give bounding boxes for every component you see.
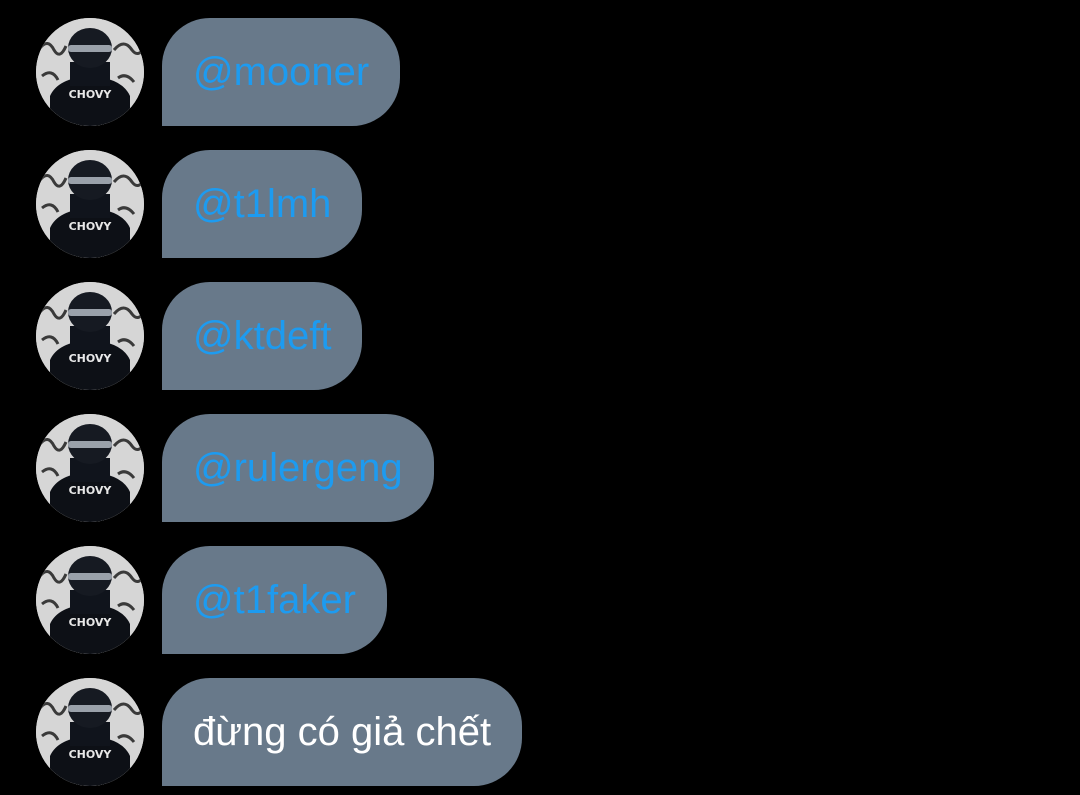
profile-avatar-icon: CHOVY — [36, 546, 144, 654]
message-bubble[interactable]: @t1faker — [162, 546, 387, 654]
svg-text:CHOVY: CHOVY — [69, 88, 113, 101]
message-thread: CHOVY @mooner CHOVY @t1lmh CHOVY @ktdeft… — [0, 0, 1080, 795]
message-bubble[interactable]: @ktdeft — [162, 282, 363, 390]
avatar[interactable]: CHOVY — [36, 282, 144, 390]
message-row: CHOVY @mooner — [0, 18, 1080, 126]
message-row: CHOVY @t1faker — [0, 546, 1080, 654]
profile-avatar-icon: CHOVY — [36, 678, 144, 786]
profile-avatar-icon: CHOVY — [36, 414, 144, 522]
avatar[interactable]: CHOVY — [36, 414, 144, 522]
mention-link[interactable]: @rulergeng — [193, 448, 403, 488]
mention-link[interactable]: @t1lmh — [193, 184, 331, 224]
profile-avatar-icon: CHOVY — [36, 150, 144, 258]
mention-link[interactable]: @mooner — [193, 52, 369, 92]
svg-text:CHOVY: CHOVY — [69, 748, 113, 761]
message-bubble[interactable]: @rulergeng — [162, 414, 434, 522]
svg-text:CHOVY: CHOVY — [69, 484, 113, 497]
profile-avatar-icon: CHOVY — [36, 282, 144, 390]
mention-link[interactable]: @t1faker — [193, 580, 356, 620]
message-bubble[interactable]: @mooner — [162, 18, 401, 126]
message-row: CHOVY @t1lmh — [0, 150, 1080, 258]
svg-text:CHOVY: CHOVY — [69, 616, 113, 629]
message-text: đừng có giả chết — [193, 710, 492, 754]
avatar[interactable]: CHOVY — [36, 678, 144, 786]
svg-text:CHOVY: CHOVY — [69, 352, 113, 365]
mention-link[interactable]: @ktdeft — [193, 316, 331, 356]
message-bubble[interactable]: đừng có giả chết — [162, 678, 523, 786]
message-row: CHOVY @ktdeft — [0, 282, 1080, 390]
message-row: CHOVY @rulergeng — [0, 414, 1080, 522]
message-bubble[interactable]: @t1lmh — [162, 150, 363, 258]
avatar[interactable]: CHOVY — [36, 150, 144, 258]
message-row: CHOVY đừng có giả chết — [0, 678, 1080, 786]
svg-text:CHOVY: CHOVY — [69, 220, 113, 233]
avatar[interactable]: CHOVY — [36, 18, 144, 126]
profile-avatar-icon: CHOVY — [36, 18, 144, 126]
avatar[interactable]: CHOVY — [36, 546, 144, 654]
